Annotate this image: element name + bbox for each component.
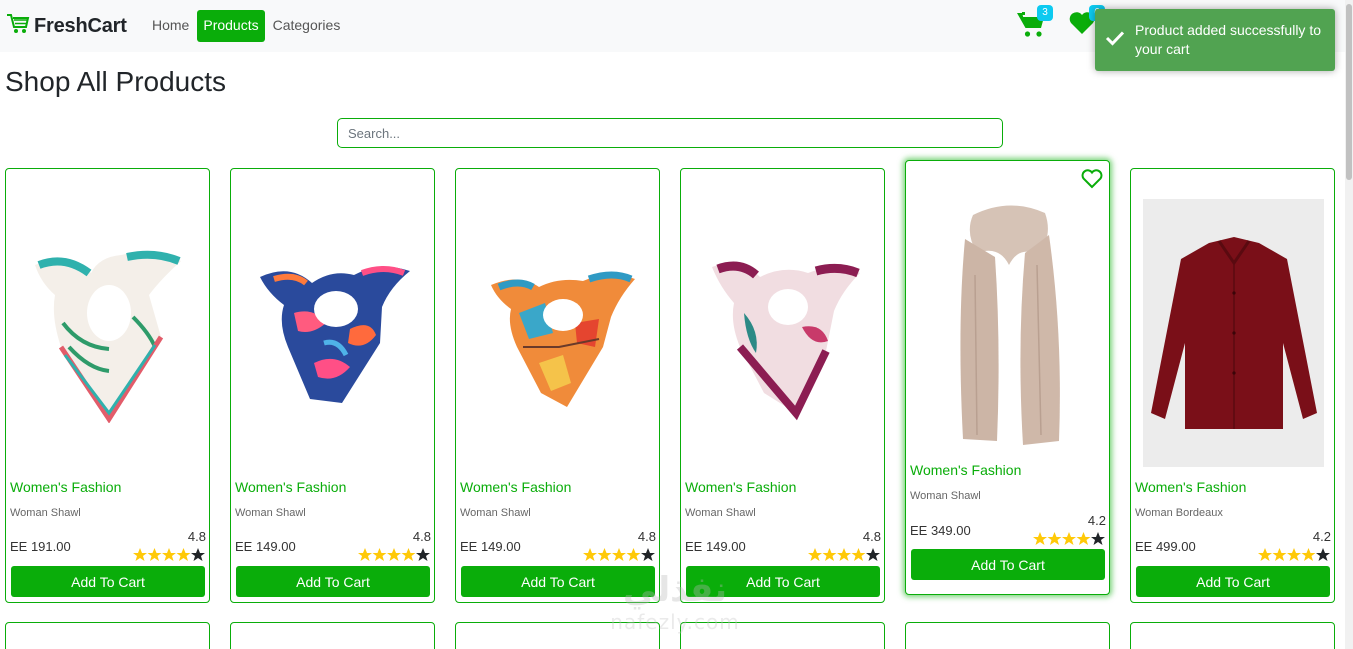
scrollbar-thumb[interactable] [1346, 4, 1352, 180]
toast-message: Product added successfully to your cart [1135, 22, 1321, 57]
nav-link-categories[interactable]: Categories [267, 10, 347, 42]
product-price: EE 149.00 [460, 539, 521, 554]
product-card[interactable]: Women's Fashion Woman Shawl 4.8 EE 149.0… [455, 168, 660, 603]
product-card[interactable]: Women's Fashion Woman Shawl 4.8 EE 191.0… [5, 168, 210, 603]
product-price: EE 499.00 [1135, 539, 1196, 554]
product-card[interactable]: Women's Fashion Woman Shawl 4.2 EE 349.0… [905, 160, 1110, 595]
heart-icon [1068, 12, 1096, 40]
search-input[interactable] [337, 118, 1003, 148]
product-image[interactable] [468, 199, 649, 467]
product-price: EE 149.00 [685, 539, 746, 554]
add-to-cart-button[interactable]: Add To Cart [236, 566, 430, 597]
product-card[interactable] [1130, 622, 1335, 649]
product-category[interactable]: Women's Fashion [10, 479, 121, 495]
product-image[interactable] [1143, 199, 1324, 467]
product-name: Woman Shawl [910, 490, 981, 502]
product-category[interactable]: Women's Fashion [235, 479, 346, 495]
brand-name: FreshCart [34, 15, 127, 37]
success-toast[interactable]: Product added successfully to your cart [1095, 9, 1335, 71]
product-rating: 4.8 [412, 529, 431, 544]
product-card[interactable] [5, 622, 210, 649]
product-price: EE 191.00 [10, 539, 71, 554]
product-rating: 4.2 [1312, 529, 1331, 544]
rating-stars [1033, 532, 1105, 546]
product-card[interactable] [230, 622, 435, 649]
rating-stars [133, 548, 205, 562]
check-icon [1105, 30, 1125, 51]
add-to-cart-button[interactable]: Add To Cart [686, 566, 880, 597]
cart-button[interactable]: 3 [1016, 5, 1056, 42]
product-name: Woman Shawl [235, 507, 306, 519]
product-name: Woman Shawl [685, 507, 756, 519]
product-image[interactable] [918, 191, 1099, 459]
product-card[interactable]: Women's Fashion Woman Shawl 4.8 EE 149.0… [680, 168, 885, 603]
product-name: Woman Shawl [10, 507, 81, 519]
product-category[interactable]: Women's Fashion [1135, 479, 1246, 495]
product-category[interactable]: Women's Fashion [685, 479, 796, 495]
product-card[interactable]: Women's Fashion Woman Shawl 4.8 EE 149.0… [230, 168, 435, 603]
product-rating: 4.8 [637, 529, 656, 544]
add-to-cart-button[interactable]: Add To Cart [461, 566, 655, 597]
add-to-cart-button[interactable]: Add To Cart [11, 566, 205, 597]
product-category[interactable]: Women's Fashion [910, 462, 1021, 478]
product-price: EE 149.00 [235, 539, 296, 554]
cart-logo-icon [6, 13, 30, 40]
rating-stars [1258, 548, 1330, 562]
product-card[interactable] [455, 622, 660, 649]
product-name: Woman Bordeaux [1135, 507, 1223, 519]
product-card[interactable] [680, 622, 885, 649]
product-card[interactable]: Women's Fashion Woman Bordeaux 4.2 EE 49… [1130, 168, 1335, 603]
product-image[interactable] [243, 199, 424, 467]
rating-stars [808, 548, 880, 562]
nav-link-home[interactable]: Home [146, 10, 195, 42]
vertical-scrollbar[interactable] [1345, 0, 1353, 649]
product-rating: 4.8 [187, 529, 206, 544]
add-to-cart-button[interactable]: Add To Cart [911, 549, 1105, 580]
product-rating: 4.8 [862, 529, 881, 544]
product-image[interactable] [18, 199, 199, 467]
product-rating: 4.2 [1087, 513, 1106, 528]
product-card[interactable] [905, 622, 1110, 649]
brand-logo[interactable]: FreshCart [6, 13, 127, 40]
rating-stars [358, 548, 430, 562]
product-price: EE 349.00 [910, 523, 971, 538]
product-image[interactable] [693, 199, 874, 467]
shopping-cart-icon [1016, 12, 1046, 42]
rating-stars [583, 548, 655, 562]
cart-count-badge: 3 [1037, 5, 1053, 21]
product-name: Woman Shawl [460, 507, 531, 519]
nav-link-products[interactable]: Products [197, 10, 265, 42]
product-category[interactable]: Women's Fashion [460, 479, 571, 495]
add-to-cart-button[interactable]: Add To Cart [1136, 566, 1330, 597]
page-title: Shop All Products [5, 66, 227, 97]
nav-links: Home Products Categories [146, 10, 346, 42]
